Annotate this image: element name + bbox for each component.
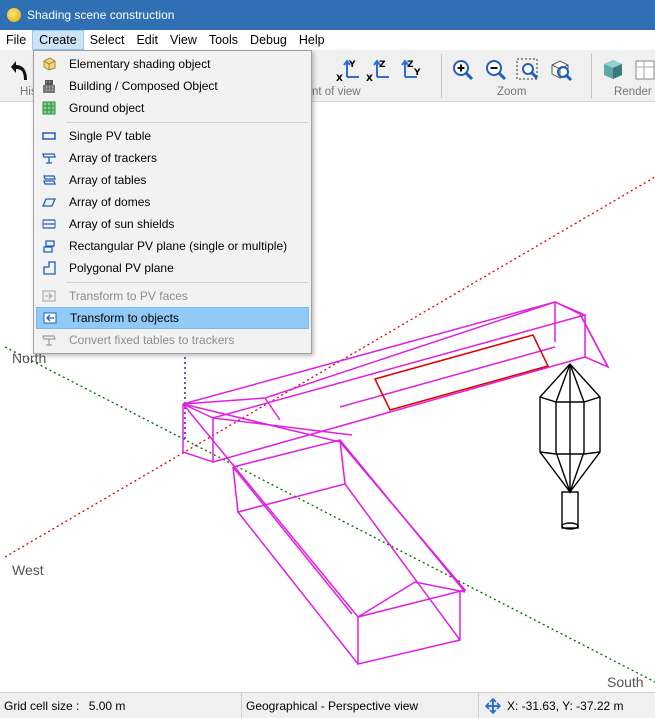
- compass-west: West: [12, 562, 44, 578]
- toolbar-separator: [591, 54, 592, 98]
- axis-top-label: Y: [348, 60, 356, 70]
- move-cursor-icon: [485, 697, 501, 714]
- view-xz-button[interactable]: Z X: [364, 56, 392, 84]
- menu-item-transform-to-pv-faces[interactable]: Transform to PV faces: [36, 285, 309, 307]
- view-xy-button[interactable]: Y X: [334, 56, 362, 84]
- sun-shields-icon: [41, 216, 57, 232]
- tables-icon: [41, 172, 57, 188]
- menu-item-label: Transform to PV faces: [69, 289, 188, 303]
- render-cube-icon: [604, 60, 622, 79]
- menu-debug[interactable]: Debug: [244, 30, 293, 50]
- menu-item-label: Ground object: [69, 101, 145, 115]
- menu-item-label: Array of tables: [69, 173, 147, 187]
- menu-item-label: Transform to objects: [70, 311, 179, 325]
- zoom-out-button[interactable]: [482, 56, 510, 84]
- menu-item-ground-object[interactable]: Ground object: [36, 97, 309, 119]
- menu-item-array-of-trackers[interactable]: Array of trackers: [36, 147, 309, 169]
- toolbar-separator: [441, 54, 442, 98]
- menu-item-label: Building / Composed Object: [69, 79, 218, 93]
- menu-item-label: Elementary shading object: [69, 57, 211, 71]
- axis-top-label: Z: [407, 60, 414, 70]
- axis-yz-icon: Z Y: [401, 59, 421, 78]
- app-icon: [7, 8, 21, 22]
- axis-bottom-label: Y: [413, 68, 421, 78]
- zoom-extents-icon: [551, 60, 573, 82]
- status-bar: Grid cell size : 5.00 m Geographical - P…: [0, 692, 655, 718]
- menu-item-polygonal-pv-plane[interactable]: Polygonal PV plane: [36, 257, 309, 279]
- render-wire-button[interactable]: [630, 56, 655, 84]
- zoom-out-icon: [486, 60, 507, 81]
- zoom-in-icon: [453, 60, 474, 81]
- menu-item-array-of-domes[interactable]: Array of domes: [36, 191, 309, 213]
- undo-icon: [11, 61, 27, 80]
- menu-select[interactable]: Select: [84, 30, 131, 50]
- menu-edit[interactable]: Edit: [130, 30, 164, 50]
- zoom-extents-button[interactable]: [547, 56, 575, 84]
- building-wireframe: [182, 301, 610, 665]
- menu-item-elementary-shading-object[interactable]: Elementary shading object: [36, 53, 309, 75]
- menu-item-label: Array of sun shields: [69, 217, 175, 231]
- menu-view[interactable]: View: [164, 30, 203, 50]
- axis-bottom-label: X: [336, 74, 343, 83]
- create-dropdown-menu: Elementary shading object Building / Com…: [33, 50, 312, 354]
- view-mode-cell: Geographical - Perspective view: [242, 692, 479, 718]
- zoom-window-button[interactable]: [514, 56, 542, 84]
- menu-item-transform-to-objects[interactable]: Transform to objects: [36, 307, 309, 329]
- menu-item-rectangular-pv-plane[interactable]: Rectangular PV plane (single or multiple…: [36, 235, 309, 257]
- axis-top-label: Z: [379, 60, 386, 70]
- trackers-icon: [41, 150, 57, 166]
- tree-object: [539, 362, 601, 530]
- cursor-coordinates: X: -31.63, Y: -37.22 m: [507, 698, 624, 713]
- menu-item-building[interactable]: Building / Composed Object: [36, 75, 309, 97]
- grid-size-value: 5.00 m: [88, 698, 126, 713]
- menu-item-label: Polygonal PV plane: [69, 261, 174, 275]
- menu-create[interactable]: Create: [32, 30, 84, 50]
- menu-item-convert-fixed-tables-to-trackers[interactable]: Convert fixed tables to trackers: [36, 329, 309, 351]
- domes-icon: [41, 194, 57, 210]
- convert-trackers-icon: [41, 332, 57, 348]
- menu-item-label: Array of trackers: [69, 151, 158, 165]
- pv-table-icon: [41, 128, 57, 144]
- menu-tools[interactable]: Tools: [203, 30, 244, 50]
- elementary-shading-icon: [41, 56, 57, 72]
- coordinates-cell: X: -31.63, Y: -37.22 m: [479, 693, 655, 718]
- menu-help[interactable]: Help: [293, 30, 331, 50]
- render-group-label: Render: [614, 86, 652, 98]
- view-mode-text: Geographical - Perspective view: [246, 698, 419, 713]
- axis-xy-icon: Y X: [336, 59, 359, 83]
- render-box-icon: [635, 60, 655, 80]
- menu-item-array-of-tables[interactable]: Array of tables: [36, 169, 309, 191]
- zoom-group-label: Zoom: [497, 86, 527, 98]
- menu-file[interactable]: File: [0, 30, 32, 50]
- rect-pv-plane-icon: [41, 238, 57, 254]
- ground-grid-icon: [41, 100, 57, 116]
- axis-bottom-label: X: [366, 74, 373, 83]
- window-title: Shading scene construction: [27, 8, 175, 22]
- transform-pv-faces-icon: [41, 288, 57, 304]
- menu-item-label: Rectangular PV plane (single or multiple…: [69, 239, 288, 253]
- point-of-view-group-label: nt of view: [312, 86, 361, 98]
- menu-separator: [66, 122, 308, 123]
- render-solid-button[interactable]: [599, 56, 627, 84]
- undo-button[interactable]: [6, 56, 34, 84]
- menu-separator: [66, 282, 308, 283]
- menu-item-single-pv-table[interactable]: Single PV table: [36, 125, 309, 147]
- poly-pv-plane-icon: [41, 260, 57, 276]
- transform-objects-icon: [42, 310, 58, 326]
- grid-size-cell: Grid cell size : 5.00 m: [0, 692, 242, 718]
- building-icon: [41, 78, 57, 94]
- menu-item-label: Convert fixed tables to trackers: [69, 333, 235, 347]
- zoom-window-icon: [516, 58, 539, 80]
- title-bar: Shading scene construction: [0, 0, 655, 30]
- zoom-in-button[interactable]: [449, 56, 477, 84]
- view-yz-button[interactable]: Z Y: [396, 56, 424, 84]
- menu-item-array-of-sun-shields[interactable]: Array of sun shields: [36, 213, 309, 235]
- menu-item-label: Single PV table: [69, 129, 152, 143]
- menu-item-label: Array of domes: [69, 195, 151, 209]
- compass-south: South: [607, 674, 644, 690]
- menu-bar: File Create Select Edit View Tools Debug…: [0, 30, 655, 50]
- axis-xz-icon: Z X: [366, 59, 389, 83]
- grid-size-label: Grid cell size :: [4, 698, 80, 713]
